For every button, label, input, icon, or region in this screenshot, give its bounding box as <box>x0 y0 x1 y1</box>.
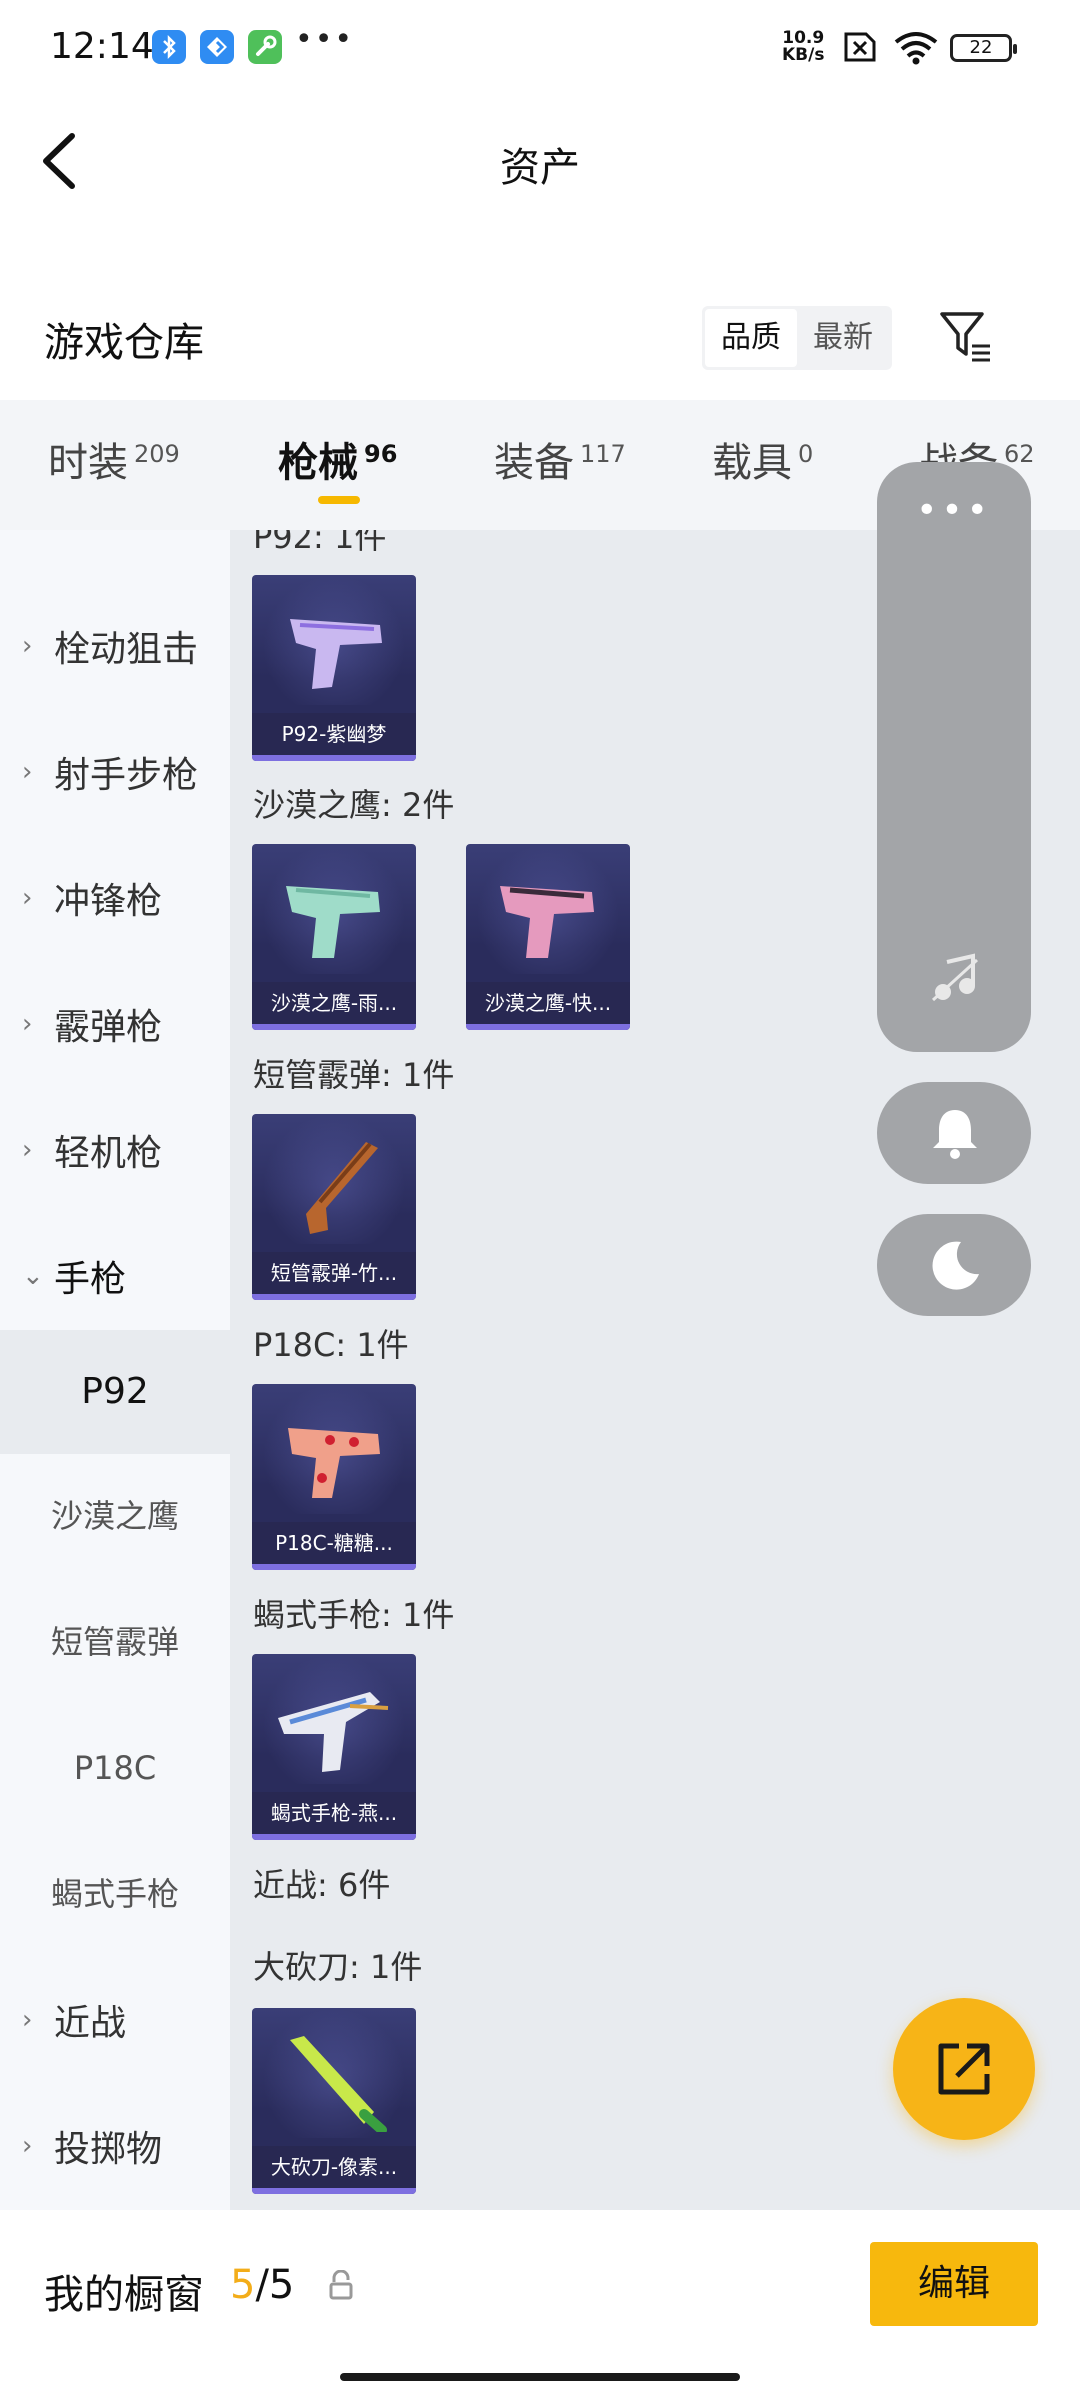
item-card[interactable]: 蝎式手枪-燕... <box>252 1654 416 1840</box>
page-title: 资产 <box>500 145 580 191</box>
sidebar-sub-sawed-off[interactable]: 短管霰弹 <box>0 1580 230 1704</box>
item-card[interactable]: P92-紫幽梦 <box>252 575 416 761</box>
sort-newest-button[interactable]: 最新 <box>797 309 889 367</box>
sidebar-sub-p18c[interactable]: P18C <box>0 1706 230 1830</box>
group-label-p92: P92: 1件 <box>253 530 387 556</box>
tab-fashion[interactable]: 时装 209 <box>48 430 180 488</box>
chevron-right-icon: › <box>22 883 33 913</box>
chevron-down-icon: ⌄ <box>22 1261 44 1291</box>
music-off-icon[interactable] <box>929 952 981 1004</box>
sort-quality-button[interactable]: 品质 <box>705 309 797 367</box>
sidebar-sub-skorpion[interactable]: 蝎式手枪 <box>0 1832 230 1956</box>
active-tab-indicator <box>318 496 360 504</box>
sidebar-item-lmg[interactable]: › 轻机枪 <box>0 1088 230 1212</box>
group-label-skorpion: 蝎式手枪: 1件 <box>253 1596 455 1634</box>
notification-toggle-button[interactable] <box>877 1082 1031 1184</box>
moon-icon <box>932 1241 979 1290</box>
status-bar: 12:14 ••• 10.9 KB/s 22 <box>0 0 1080 100</box>
showcase-count: 5/5 <box>230 2262 295 2308</box>
lock-icon <box>329 2270 353 2300</box>
chevron-right-icon: › <box>22 1135 33 1165</box>
bluetooth-icon <box>152 30 186 64</box>
sort-segmented-control: 品质 最新 <box>702 306 892 370</box>
shotgun-icon <box>306 1142 378 1234</box>
item-card[interactable]: P18C-糖糖... <box>252 1384 416 1570</box>
chevron-right-icon: › <box>22 757 33 787</box>
sidebar-item-smg[interactable]: › 冲锋枪 <box>0 836 230 960</box>
external-link-icon <box>938 2043 990 2095</box>
weapon-category-sidebar: › 栓动狙击 › 射手步枪 › 冲锋枪 › 霰弹枪 › 轻机枪 ⌄ 手枪 P92 沙漠之鹰 … <box>0 530 230 2210</box>
chevron-right-icon: › <box>22 1009 33 1039</box>
chevron-right-icon: › <box>22 2005 33 2035</box>
status-time: 12:14 <box>50 26 154 67</box>
no-sim-icon <box>844 32 876 62</box>
item-card[interactable]: 大砍刀-像素... <box>252 2008 416 2194</box>
floating-control-panel: ••• <box>877 462 1031 1052</box>
sidebar-item-marksman-rifle[interactable]: › 射手步枪 <box>0 710 230 834</box>
smg-icon <box>278 1692 389 1772</box>
app-icon <box>200 30 234 64</box>
machete-icon <box>290 2036 387 2132</box>
pistol-icon <box>288 1428 380 1498</box>
bell-icon <box>933 1110 977 1159</box>
item-card[interactable]: 沙漠之鹰-快... <box>466 844 630 1030</box>
item-card[interactable]: 沙漠之鹰-雨... <box>252 844 416 1030</box>
sidebar-sub-p92[interactable]: P92 <box>0 1330 230 1454</box>
pistol-icon <box>286 886 380 958</box>
more-options-icon[interactable]: ••• <box>877 490 1031 531</box>
sidebar-item-pistol[interactable]: ⌄ 手枪 <box>0 1214 230 1338</box>
tab-guns[interactable]: 枪械 96 <box>278 430 397 488</box>
tab-vehicles[interactable]: 载具 0 <box>712 430 813 488</box>
sidebar-sub-desert-eagle[interactable]: 沙漠之鹰 <box>0 1454 230 1578</box>
warehouse-title: 游戏仓库 <box>44 320 204 366</box>
wifi-icon <box>894 32 938 65</box>
sidebar-item-bolt-sniper[interactable]: › 栓动狙击 <box>0 584 230 708</box>
pistol-icon <box>290 619 382 689</box>
chevron-right-icon: › <box>22 631 33 661</box>
edit-button[interactable]: 编辑 <box>870 2242 1038 2326</box>
sidebar-item-throwables[interactable]: › 投掷物 <box>0 2084 230 2208</box>
filter-icon[interactable] <box>938 308 994 364</box>
tab-equipment[interactable]: 装备 117 <box>494 430 626 488</box>
net-speed: 10.9 KB/s <box>782 28 825 65</box>
sidebar-item-shotgun[interactable]: › 霰弹枪 <box>0 962 230 1086</box>
tool-icon <box>248 30 282 64</box>
group-label-sawed-off: 短管霰弹: 1件 <box>253 1056 455 1094</box>
more-notifications-icon: ••• <box>295 22 355 57</box>
share-fab-button[interactable] <box>893 1998 1035 2140</box>
night-mode-toggle-button[interactable] <box>877 1214 1031 1316</box>
group-label-desert-eagle: 沙漠之鹰: 2件 <box>253 786 455 824</box>
pistol-icon <box>500 886 594 958</box>
chevron-right-icon: › <box>22 2131 33 2161</box>
group-label-melee: 近战: 6件 <box>253 1866 391 1904</box>
showcase-label: 我的橱窗 <box>44 2272 204 2318</box>
sidebar-item-melee[interactable]: › 近战 <box>0 1958 230 2082</box>
item-card[interactable]: 短管霰弹-竹... <box>252 1114 416 1300</box>
group-label-p18c: P18C: 1件 <box>253 1326 409 1364</box>
home-indicator[interactable] <box>340 2373 740 2381</box>
battery-icon: 22 <box>950 34 1017 62</box>
group-label-machete: 大砍刀: 1件 <box>253 1948 423 1986</box>
